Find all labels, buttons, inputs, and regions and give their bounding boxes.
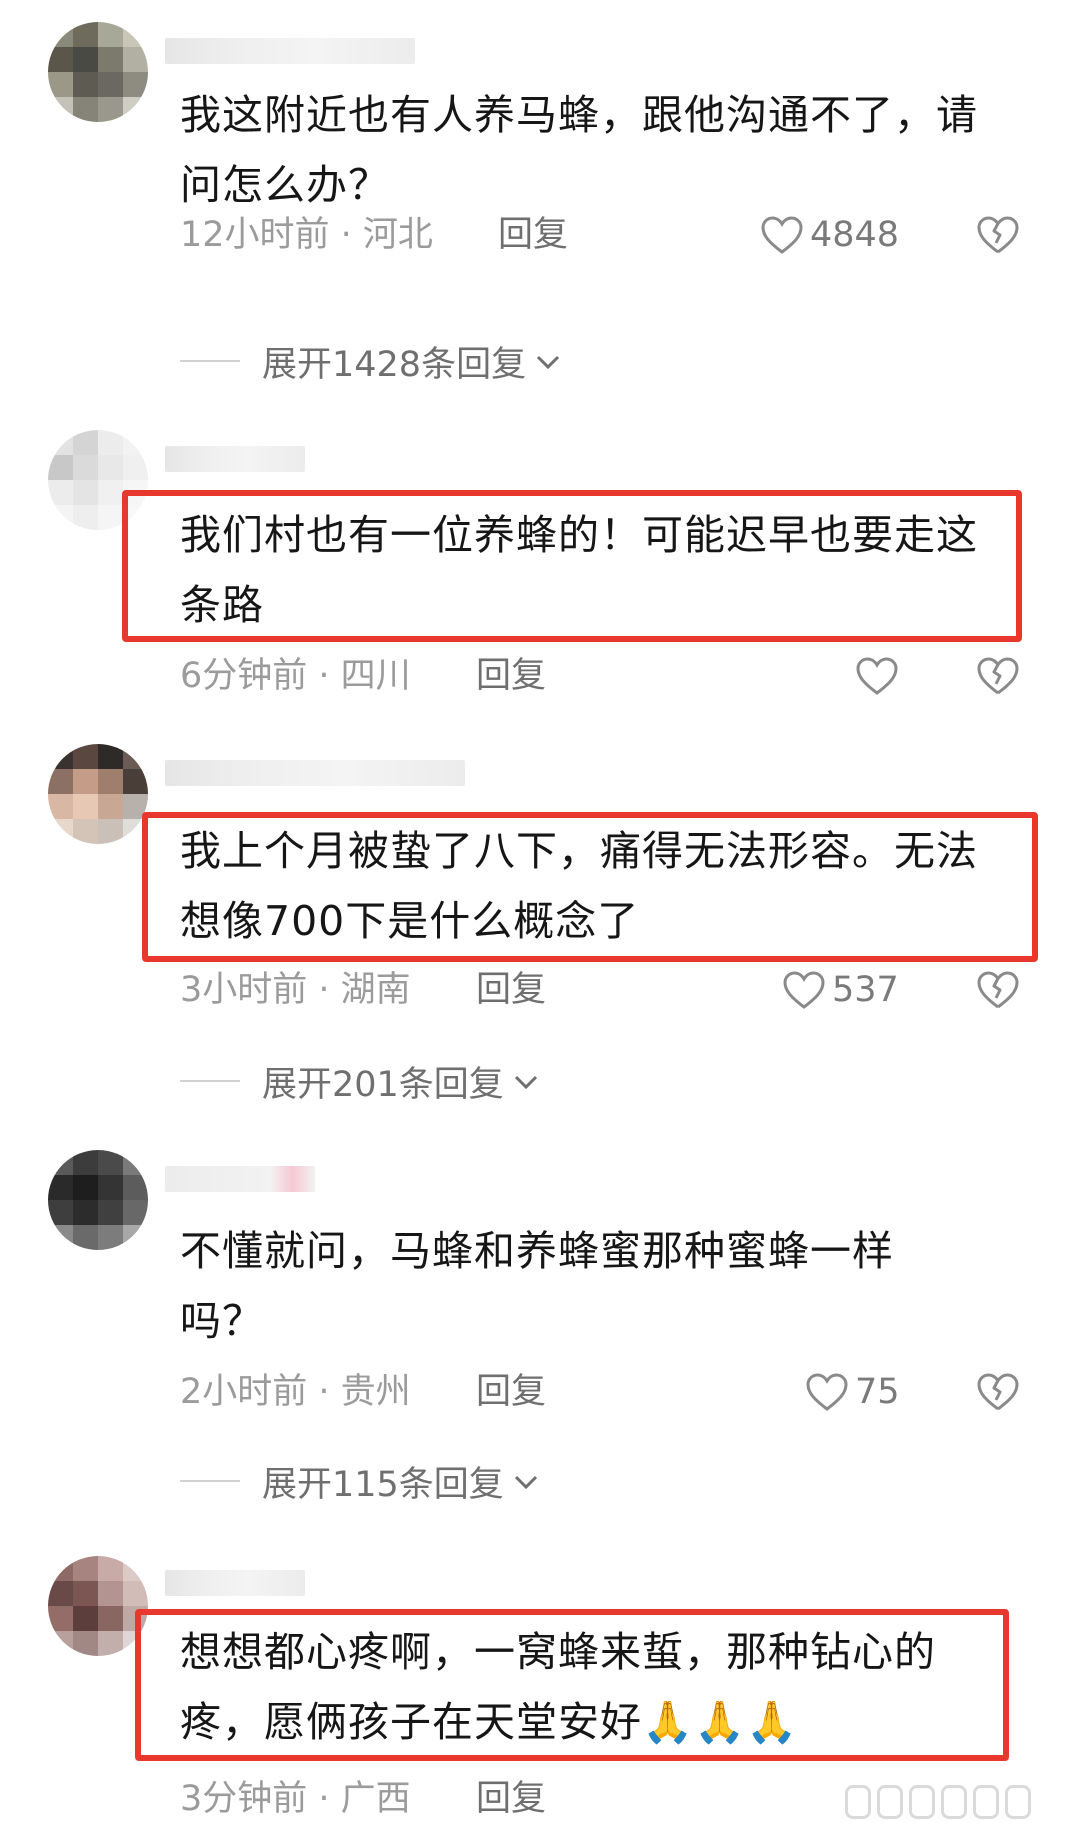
expand-replies-button[interactable]: 展开1428条回复: [180, 338, 562, 385]
expand-replies-label: 展开115条回复: [262, 1464, 504, 1505]
comment-meta: 3小时前 · 湖南: [180, 970, 411, 1010]
comment-meta: 12小时前 · 河北: [180, 215, 433, 255]
like-count: 75: [855, 1372, 900, 1412]
divider-line: [180, 360, 240, 362]
heart-outline-icon: [855, 656, 899, 696]
username-blurred[interactable]: [165, 1166, 315, 1192]
username-blurred[interactable]: [165, 1570, 305, 1596]
like-button[interactable]: 75: [805, 1369, 900, 1415]
avatar[interactable]: [48, 1150, 148, 1250]
reply-button[interactable]: 回复: [476, 1776, 546, 1822]
chevron-down-icon: [512, 1461, 540, 1501]
dislike-button[interactable]: [975, 1371, 1021, 1417]
comment-text: 我这附近也有人养马蜂，跟他沟通不了，请问怎么办？: [180, 91, 978, 209]
broken-heart-icon: [975, 655, 1021, 697]
expand-replies-label: 展开201条回复: [262, 1064, 504, 1105]
broken-heart-icon: [975, 1371, 1021, 1413]
like-button[interactable]: 4848: [760, 212, 899, 258]
heart-outline-icon: [782, 970, 826, 1010]
chevron-down-icon: [534, 341, 562, 381]
username-blurred[interactable]: [165, 446, 305, 472]
comment-meta: 2小时前 · 贵州: [180, 1372, 411, 1412]
expand-replies-button[interactable]: 展开201条回复: [180, 1058, 540, 1105]
comment-text: 想想都心疼啊，一窝蜂来蜇，那种钻心的疼，愿俩孩子在天堂安好🙏🙏🙏: [180, 1628, 936, 1746]
reply-button[interactable]: 回复: [498, 212, 568, 258]
chevron-down-icon: [512, 1061, 540, 1101]
comment-text: 我们村也有一位养蜂的！可能迟早也要走这条路: [180, 511, 978, 629]
username-blurred[interactable]: [165, 760, 465, 786]
watermark-logo: [845, 1780, 1035, 1824]
expand-replies-button[interactable]: 展开115条回复: [180, 1458, 540, 1505]
expand-replies-label: 展开1428条回复: [262, 344, 527, 385]
like-button[interactable]: [855, 653, 899, 699]
broken-heart-icon: [975, 214, 1021, 256]
avatar[interactable]: [48, 1556, 148, 1656]
comment-text: 我上个月被蛰了八下，痛得无法形容。无法想像700下是什么概念了: [180, 827, 978, 945]
comment-text: 不懂就问，马蜂和养蜂蜜那种蜜蜂一样吗？: [180, 1227, 894, 1345]
like-count: 4848: [810, 215, 900, 255]
reply-button[interactable]: 回复: [476, 1369, 546, 1415]
reply-button[interactable]: 回复: [476, 653, 546, 699]
avatar[interactable]: [48, 22, 148, 122]
divider-line: [180, 1480, 240, 1482]
divider-line: [180, 1080, 240, 1082]
reply-button[interactable]: 回复: [476, 967, 546, 1013]
avatar[interactable]: [48, 744, 148, 844]
comment-meta: 6分钟前 · 四川: [180, 656, 411, 696]
heart-outline-icon: [760, 215, 804, 255]
dislike-button[interactable]: [975, 655, 1021, 701]
like-count: 537: [832, 970, 899, 1010]
heart-outline-icon: [805, 1372, 849, 1412]
comment-meta: 3分钟前 · 广西: [180, 1779, 411, 1819]
username-blurred[interactable]: [165, 38, 415, 64]
broken-heart-icon: [975, 969, 1021, 1011]
like-button[interactable]: 537: [782, 967, 899, 1013]
dislike-button[interactable]: [975, 969, 1021, 1015]
dislike-button[interactable]: [975, 214, 1021, 260]
